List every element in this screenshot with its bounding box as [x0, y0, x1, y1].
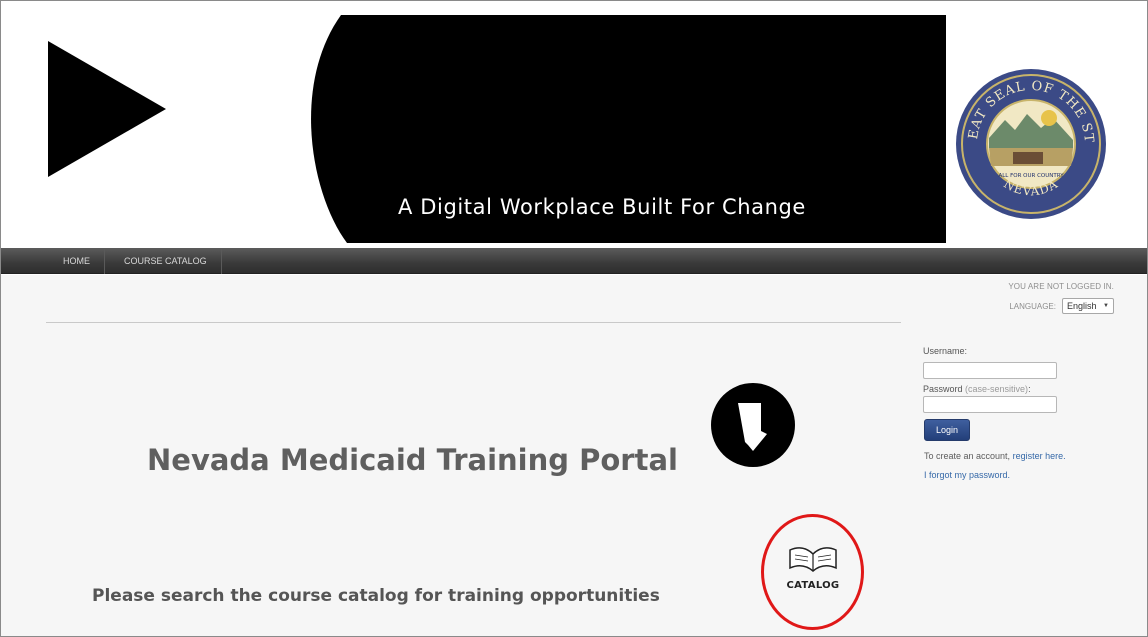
- nav-course-catalog[interactable]: COURSE CATALOG: [110, 248, 222, 274]
- password-hint: (case-sensitive): [965, 384, 1029, 394]
- open-book-icon[interactable]: [787, 546, 839, 572]
- create-account-prefix: To create an account,: [924, 451, 1011, 461]
- password-label-colon: :: [1028, 384, 1031, 394]
- register-link[interactable]: register here.: [1013, 451, 1066, 461]
- nevada-state-icon: [711, 383, 795, 467]
- username-input[interactable]: [923, 362, 1057, 379]
- seal-motto: ALL FOR OUR COUNTRY: [998, 173, 1064, 179]
- catalog-link-label[interactable]: CATALOG: [782, 580, 844, 591]
- language-row: LANGUAGE: English ▼: [1009, 298, 1114, 314]
- main-nav: HOME COURSE CATALOG: [1, 248, 1147, 274]
- password-label-text: Password: [923, 384, 963, 394]
- catalog-instruction: Please search the course catalog for tra…: [92, 586, 660, 606]
- language-label: LANGUAGE:: [1009, 301, 1056, 311]
- login-button[interactable]: Login: [924, 419, 970, 441]
- chevron-down-icon: ▼: [1103, 303, 1109, 309]
- username-label: Username:: [923, 346, 968, 356]
- create-account-text: To create an account, register here.: [924, 451, 1066, 461]
- catalog-highlight-circle: [761, 514, 864, 630]
- state-seal-icon: THE GREAT SEAL OF THE STATE OF NEVADA AL…: [955, 68, 1106, 219]
- forgot-password-link[interactable]: I forgot my password.: [924, 470, 1010, 480]
- play-icon: [48, 41, 166, 177]
- password-input[interactable]: [923, 396, 1057, 413]
- page-title: Nevada Medicaid Training Portal: [147, 443, 678, 477]
- banner-tagline: A Digital Workplace Built For Change: [398, 195, 806, 219]
- language-value: English: [1067, 301, 1097, 311]
- nav-home[interactable]: HOME: [49, 248, 105, 274]
- divider: [46, 322, 901, 323]
- password-label: Password (case-sensitive):: [923, 384, 1031, 394]
- language-select[interactable]: English ▼: [1062, 298, 1114, 314]
- login-status: YOU ARE NOT LOGGED IN.: [1008, 282, 1114, 291]
